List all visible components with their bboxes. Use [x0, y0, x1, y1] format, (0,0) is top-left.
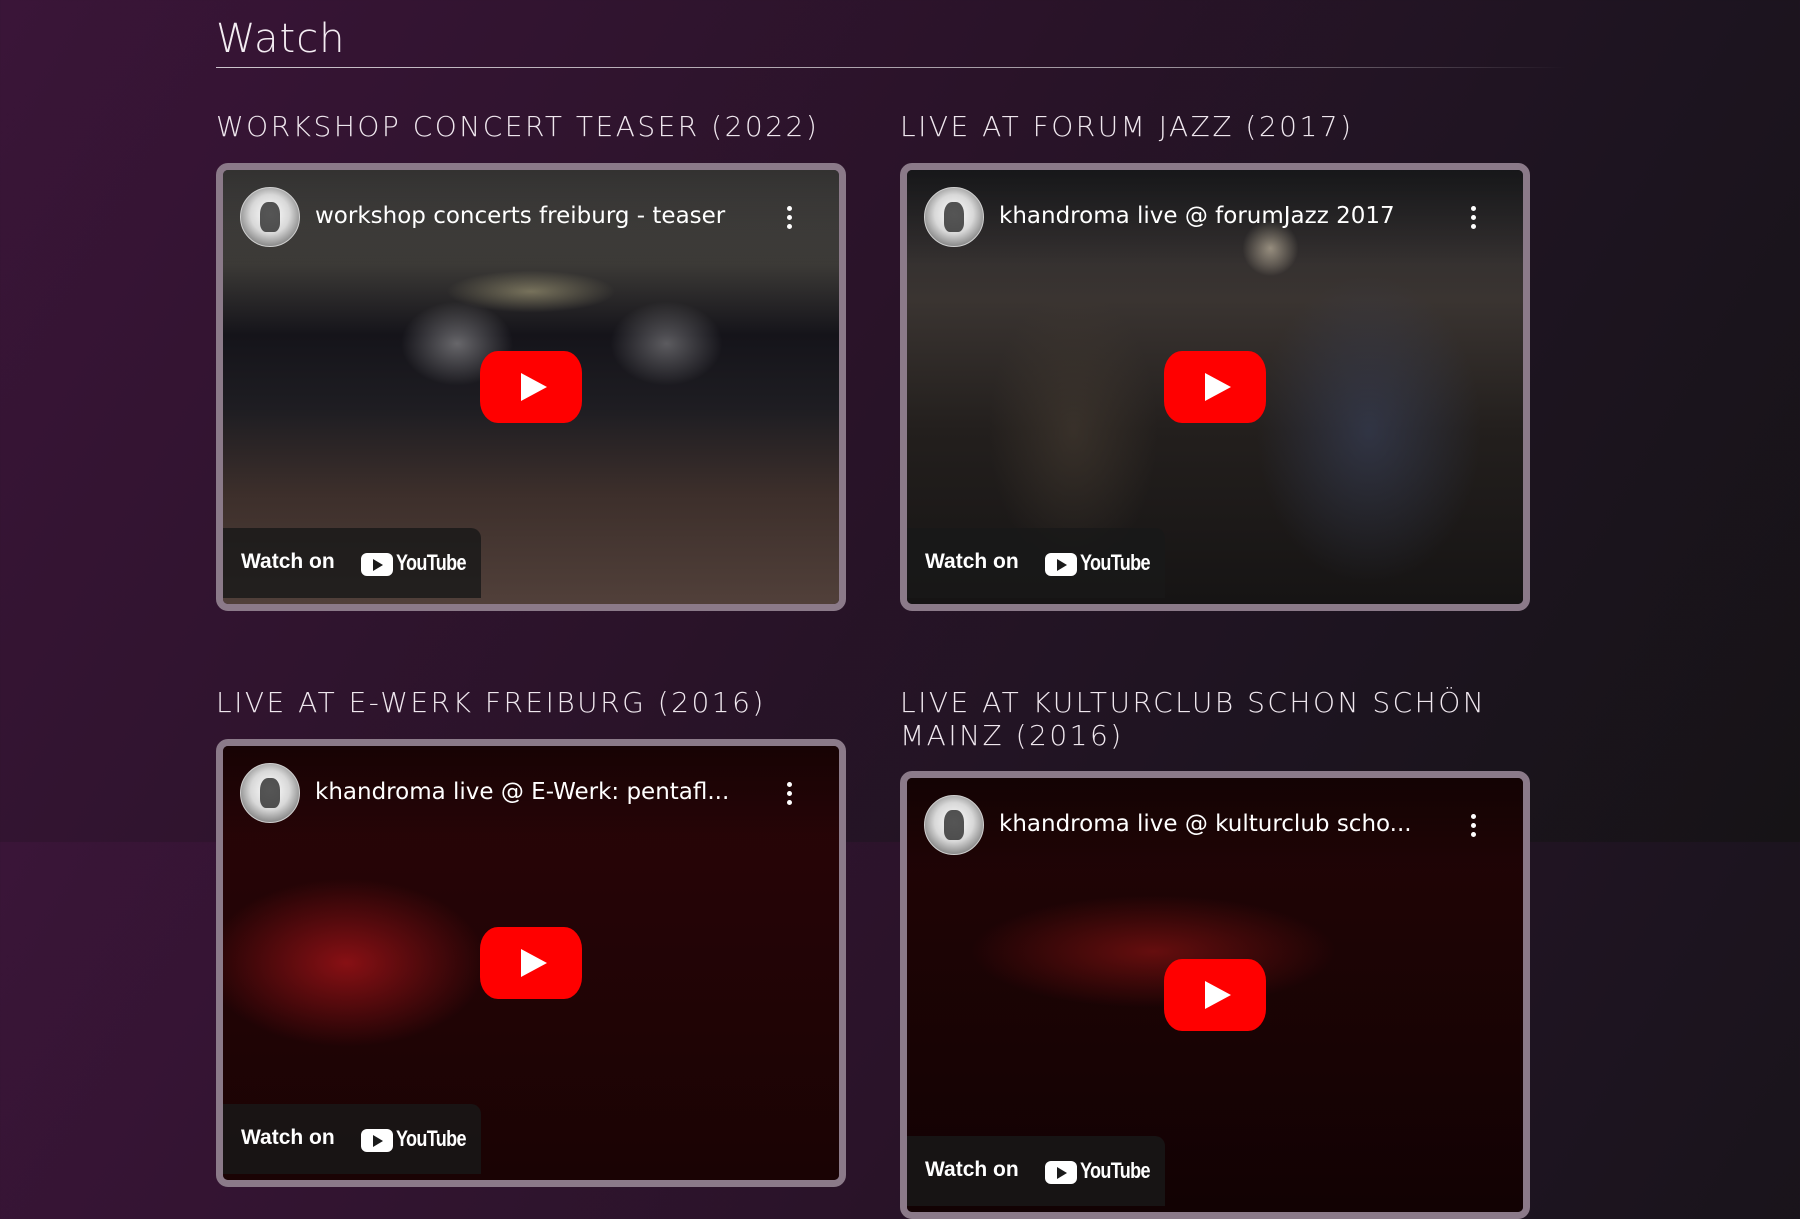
- video-embed[interactable]: khandroma live @ E-Werk: pentafl... Watc…: [216, 739, 846, 1187]
- youtube-wordmark: YouTube: [1080, 550, 1151, 575]
- youtube-logo-icon: [361, 553, 393, 576]
- watch-on-youtube-button[interactable]: Watch on YouTube: [223, 1104, 481, 1174]
- youtube-logo-icon: [1045, 1161, 1077, 1184]
- channel-avatar[interactable]: [924, 187, 984, 247]
- youtube-video-title[interactable]: workshop concerts freiburg - teaser: [315, 203, 765, 229]
- kebab-menu-icon[interactable]: [1471, 814, 1476, 838]
- video-heading-line: MAINZ (2016): [900, 719, 1124, 752]
- watch-on-label: Watch on: [925, 550, 1019, 573]
- youtube-video-title[interactable]: khandroma live @ E-Werk: pentafl...: [315, 779, 765, 805]
- video-header: workshop concerts freiburg - teaser: [223, 170, 839, 265]
- youtube-video-title[interactable]: khandroma live @ kulturclub scho...: [999, 811, 1449, 837]
- play-button[interactable]: [480, 351, 582, 423]
- video-heading: LIVE AT FORUM JAZZ (2017): [900, 110, 1354, 143]
- video-heading: LIVE AT KULTURCLUB SCHON SCHÖN MAINZ (20…: [900, 686, 1486, 752]
- video-header: khandroma live @ kulturclub scho...: [907, 778, 1523, 873]
- channel-avatar[interactable]: [924, 795, 984, 855]
- video-embed[interactable]: workshop concerts freiburg - teaser Watc…: [216, 163, 846, 611]
- video-embed[interactable]: khandroma live @ forumJazz 2017 Watch on…: [900, 163, 1530, 611]
- youtube-logo-icon: [1045, 553, 1077, 576]
- watch-on-youtube-button[interactable]: Watch on YouTube: [907, 1136, 1165, 1206]
- video-embed[interactable]: khandroma live @ kulturclub scho... Watc…: [900, 771, 1530, 1219]
- youtube-video-title[interactable]: khandroma live @ forumJazz 2017: [999, 203, 1449, 229]
- video-heading: LIVE AT E-WERK FREIBURG (2016): [216, 686, 766, 719]
- watch-on-youtube-button[interactable]: Watch on YouTube: [907, 528, 1165, 598]
- watch-on-label: Watch on: [925, 1158, 1019, 1181]
- play-button[interactable]: [1164, 959, 1266, 1031]
- channel-avatar[interactable]: [240, 763, 300, 823]
- section-divider: [216, 67, 1566, 68]
- video-heading: WORKSHOP CONCERT TEASER (2022): [216, 110, 820, 143]
- channel-avatar[interactable]: [240, 187, 300, 247]
- video-heading-line: LIVE AT KULTURCLUB SCHON SCHÖN: [900, 686, 1487, 719]
- watch-on-youtube-button[interactable]: Watch on YouTube: [223, 528, 481, 598]
- kebab-menu-icon[interactable]: [787, 206, 792, 230]
- youtube-logo-icon: [361, 1129, 393, 1152]
- youtube-wordmark: YouTube: [396, 1126, 467, 1151]
- video-header: khandroma live @ forumJazz 2017: [907, 170, 1523, 265]
- watch-on-label: Watch on: [241, 550, 335, 573]
- kebab-menu-icon[interactable]: [787, 782, 792, 806]
- youtube-wordmark: YouTube: [1080, 1158, 1151, 1183]
- youtube-wordmark: YouTube: [396, 550, 467, 575]
- play-button[interactable]: [480, 927, 582, 999]
- play-button[interactable]: [1164, 351, 1266, 423]
- section-title: Watch: [216, 16, 346, 62]
- watch-on-label: Watch on: [241, 1126, 335, 1149]
- kebab-menu-icon[interactable]: [1471, 206, 1476, 230]
- video-header: khandroma live @ E-Werk: pentafl...: [223, 746, 839, 841]
